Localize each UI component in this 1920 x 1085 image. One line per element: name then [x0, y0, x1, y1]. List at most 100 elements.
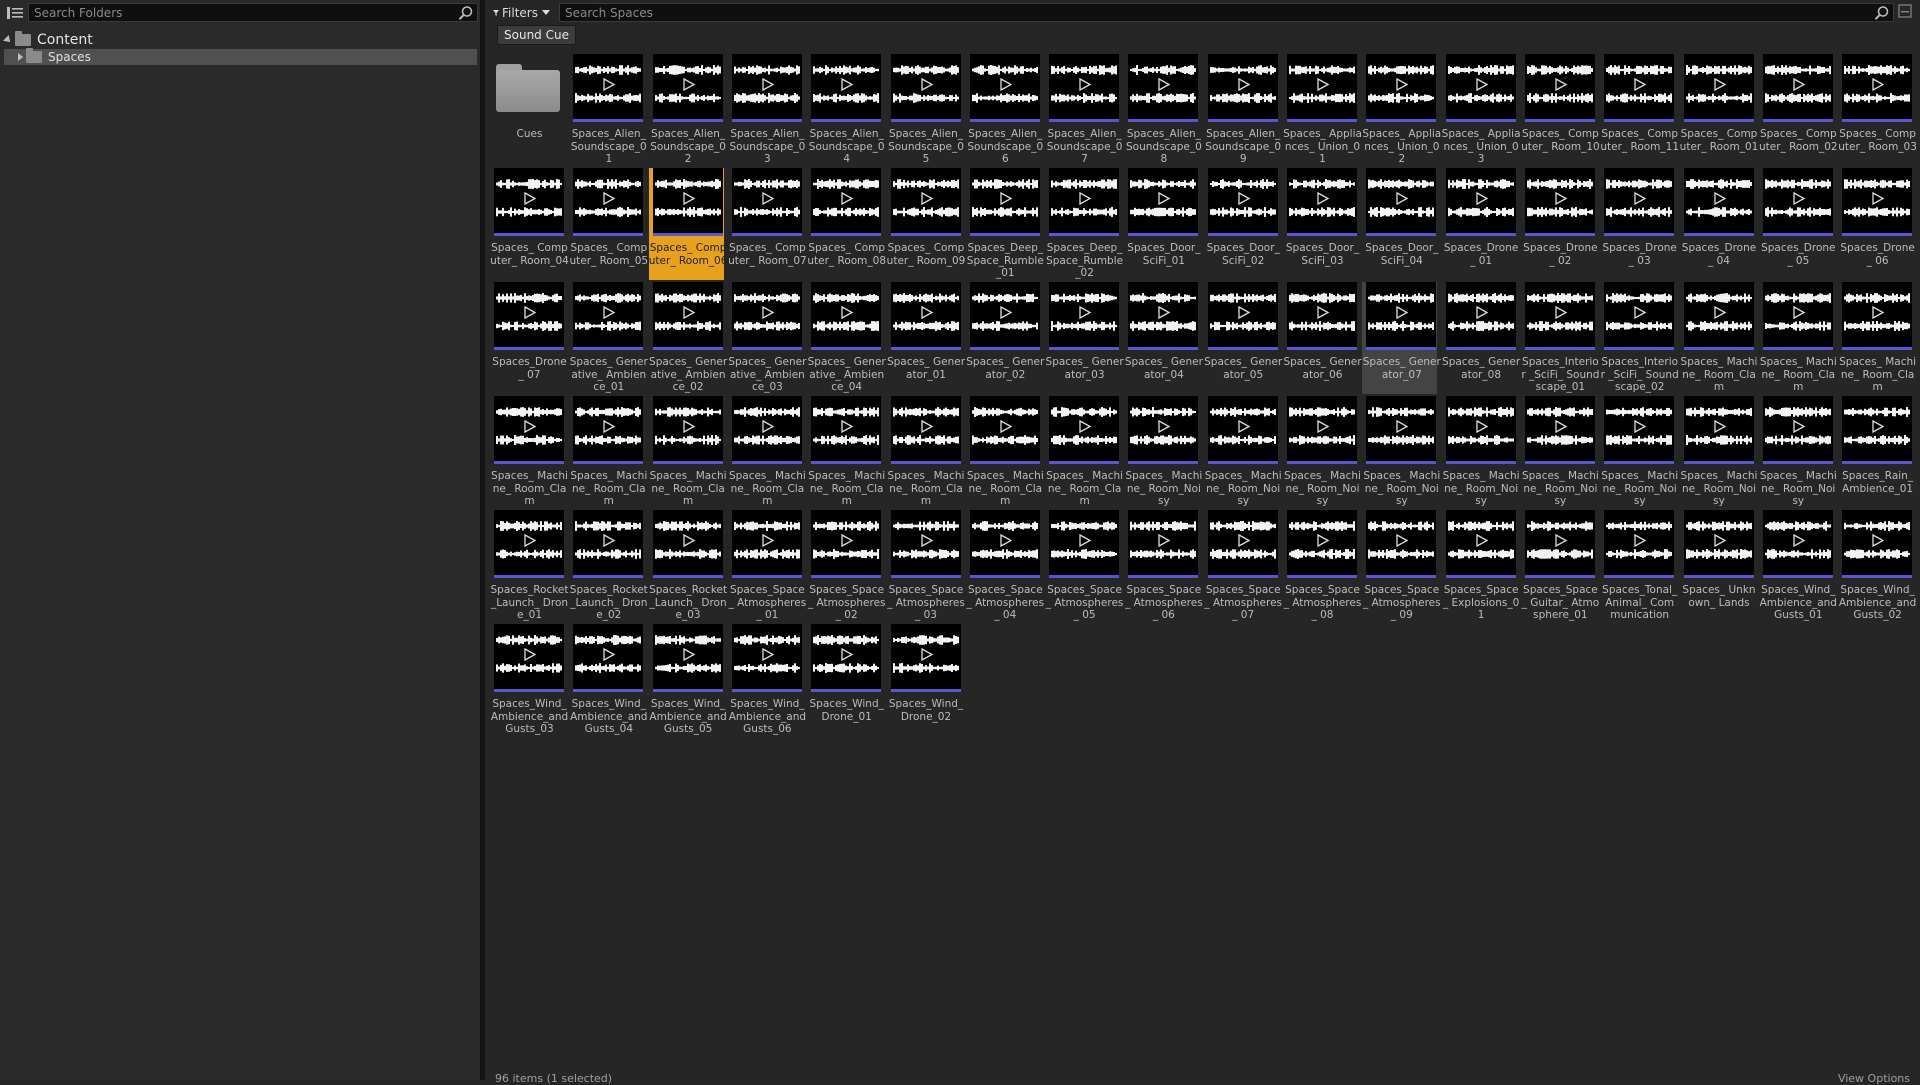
- asset-tile[interactable]: Spaces_Space_ Atmospheres_ 07: [1204, 510, 1279, 622]
- asset-tile[interactable]: Spaces_ Machine_ Room_Noisy: [1680, 396, 1755, 508]
- asset-tile[interactable]: Spaces_Wind_ Ambience_and Gusts_04: [569, 624, 644, 736]
- asset-tile[interactable]: Spaces_Wind_ Ambience_and Gusts_02: [1838, 510, 1913, 622]
- search-icon[interactable]: [1874, 5, 1890, 21]
- asset-tile[interactable]: Spaces_ Computer_ Room_08: [807, 168, 882, 280]
- filters-button[interactable]: Filters: [493, 3, 550, 22]
- asset-tile[interactable]: Spaces_Interior _SciFi_ Soundscape_02: [1600, 282, 1675, 394]
- collapse-arrow-icon[interactable]: [18, 53, 23, 61]
- asset-search-input[interactable]: Search Spaces: [559, 3, 1894, 22]
- asset-tile[interactable]: Spaces_ Computer_ Room_04: [490, 168, 565, 280]
- asset-tile[interactable]: Spaces_Space_ Atmospheres_ 01: [728, 510, 803, 622]
- asset-tile[interactable]: Spaces_ Machine_ Room_Clam: [649, 396, 724, 508]
- asset-tile[interactable]: Spaces_ Machine_ Room_Clam: [1759, 282, 1834, 394]
- asset-tile[interactable]: Spaces_Space_ Atmospheres_ 08: [1283, 510, 1358, 622]
- asset-tile[interactable]: Spaces_ Machine_ Room_Clam: [490, 396, 565, 508]
- asset-tile[interactable]: Spaces_ Generative_ Ambience_03: [728, 282, 803, 394]
- asset-tile[interactable]: Spaces_Deep_ Space_Rumble _02: [1045, 168, 1120, 280]
- asset-tile[interactable]: Spaces_Alien_ Soundscape_03: [728, 54, 803, 166]
- asset-tile[interactable]: Spaces_ Machine_ Room_Clam: [569, 396, 644, 508]
- filter-chip-sound-cue[interactable]: Sound Cue: [497, 25, 576, 45]
- asset-tile[interactable]: Spaces_ Generator_03: [1045, 282, 1120, 394]
- asset-tile[interactable]: Spaces_ Computer_ Room_02: [1759, 54, 1834, 166]
- asset-tile[interactable]: Spaces_ Machine_ Room_Noisy: [1124, 396, 1199, 508]
- asset-tile[interactable]: Spaces_ Generator_05: [1204, 282, 1279, 394]
- asset-tile[interactable]: Spaces_ Machine_ Room_Noisy: [1204, 396, 1279, 508]
- asset-tile[interactable]: Spaces_Alien_ Soundscape_05: [887, 54, 962, 166]
- search-icon[interactable]: [458, 5, 474, 21]
- asset-tile[interactable]: Spaces_ Generative_ Ambience_01: [569, 282, 644, 394]
- asset-tile[interactable]: Spaces_ Computer_ Room_10: [1521, 54, 1596, 166]
- lock-icon[interactable]: [1898, 3, 1916, 20]
- asset-tile[interactable]: Spaces_ Computer_ Room_05: [569, 168, 644, 280]
- asset-tile[interactable]: Spaces_ Machine_ Room_Clam: [1680, 282, 1755, 394]
- asset-tile[interactable]: Spaces_ Machine_ Room_Noisy: [1442, 396, 1517, 508]
- asset-tile[interactable]: Spaces_ Machine_ Room_Noisy: [1600, 396, 1675, 508]
- expand-arrow-icon[interactable]: [3, 35, 13, 45]
- asset-tile[interactable]: Spaces_ Appliances_ Union_01: [1283, 54, 1358, 166]
- asset-tile[interactable]: Spaces_Space_ Guitar_ Atmosphere_01: [1521, 510, 1596, 622]
- asset-tile[interactable]: Spaces_Space_ Atmospheres_ 06: [1124, 510, 1199, 622]
- asset-tile[interactable]: Spaces_ Machine_ Room_Clam: [1045, 396, 1120, 508]
- asset-tile[interactable]: Spaces_Space_ Atmospheres_ 02: [807, 510, 882, 622]
- asset-tile[interactable]: Spaces_Space_ Atmospheres_ 05: [1045, 510, 1120, 622]
- asset-tile[interactable]: Spaces_Interior _SciFi_ Soundscape_01: [1521, 282, 1596, 394]
- asset-tile[interactable]: Spaces_Tonal_ Animal_ Communication: [1600, 510, 1675, 622]
- asset-tile[interactable]: Spaces_Rocket _Launch_ Drone_01: [490, 510, 565, 622]
- asset-tile[interactable]: Spaces_ Computer_ Room_03: [1838, 54, 1913, 166]
- asset-tile[interactable]: Spaces_ Machine_ Room_Clam: [966, 396, 1041, 508]
- asset-tile[interactable]: Spaces_ Generative_ Ambience_04: [807, 282, 882, 394]
- asset-tile[interactable]: Spaces_ Generative_ Ambience_02: [649, 282, 724, 394]
- asset-tile[interactable]: Spaces_Wind_ Drone_02: [887, 624, 962, 736]
- asset-tile[interactable]: Spaces_Space_ Atmospheres_ 04: [966, 510, 1041, 622]
- asset-tile[interactable]: Spaces_ Computer_ Room_06: [649, 168, 724, 280]
- asset-tile[interactable]: Spaces_Alien_ Soundscape_02: [649, 54, 724, 166]
- asset-tile[interactable]: Spaces_Alien_ Soundscape_01: [569, 54, 644, 166]
- asset-tile[interactable]: Spaces_Space_ Explosions_01: [1442, 510, 1517, 622]
- asset-tile[interactable]: Spaces_ Machine_ Room_Clam: [807, 396, 882, 508]
- asset-tile[interactable]: Spaces_Alien_ Soundscape_08: [1124, 54, 1199, 166]
- folder-tile[interactable]: Cues: [490, 54, 565, 166]
- asset-tile[interactable]: Spaces_ Machine_ Room_Noisy: [1362, 396, 1437, 508]
- asset-tile[interactable]: Spaces_Door_ SciFi_04: [1362, 168, 1437, 280]
- asset-tile[interactable]: Spaces_Drone_ 04: [1680, 168, 1755, 280]
- tree-root-content[interactable]: Content: [4, 31, 93, 48]
- panel-toggle-icon[interactable]: [5, 4, 25, 21]
- asset-tile[interactable]: Spaces_ Machine_ Room_Noisy: [1521, 396, 1596, 508]
- asset-tile[interactable]: Spaces_ Machine_ Room_Clam: [887, 396, 962, 508]
- asset-tile[interactable]: Spaces_ Machine_ Room_Clam: [728, 396, 803, 508]
- asset-tile[interactable]: Spaces_ Computer_ Room_01: [1680, 54, 1755, 166]
- asset-tile[interactable]: Spaces_ Appliances_ Union_03: [1442, 54, 1517, 166]
- asset-tile[interactable]: Spaces_Alien_ Soundscape_06: [966, 54, 1041, 166]
- asset-tile[interactable]: Spaces_Drone_ 06: [1838, 168, 1913, 280]
- asset-tile[interactable]: Spaces_Door_ SciFi_02: [1204, 168, 1279, 280]
- asset-tile[interactable]: Spaces_Drone_ 01: [1442, 168, 1517, 280]
- asset-tile[interactable]: Spaces_ Computer_ Room_09: [887, 168, 962, 280]
- view-options-button[interactable]: View Options: [1838, 1072, 1910, 1085]
- asset-tile[interactable]: Spaces_ Appliances_ Union_02: [1362, 54, 1437, 166]
- asset-tile[interactable]: Spaces_ Generator_02: [966, 282, 1041, 394]
- asset-tile[interactable]: Spaces_ Computer_ Room_11: [1600, 54, 1675, 166]
- asset-tile[interactable]: Spaces_ Machine_ Room_Noisy: [1759, 396, 1834, 508]
- asset-tile[interactable]: Spaces_Space_ Atmospheres_ 09: [1362, 510, 1437, 622]
- asset-tile[interactable]: Spaces_Alien_ Soundscape_07: [1045, 54, 1120, 166]
- asset-tile[interactable]: Spaces_Wind_ Ambience_and Gusts_01: [1759, 510, 1834, 622]
- tree-item-spaces[interactable]: Spaces: [4, 49, 477, 65]
- asset-tile[interactable]: Spaces_ Generator_04: [1124, 282, 1199, 394]
- asset-tile[interactable]: Spaces_Wind_ Drone_01: [807, 624, 882, 736]
- asset-tile[interactable]: Spaces_Wind_ Ambience_and Gusts_06: [728, 624, 803, 736]
- folder-search-input[interactable]: Search Folders: [28, 3, 478, 22]
- asset-tile[interactable]: Spaces_Alien_ Soundscape_09: [1204, 54, 1279, 166]
- asset-tile[interactable]: Spaces_Rocket _Launch_ Drone_02: [569, 510, 644, 622]
- asset-tile[interactable]: Spaces_Deep_ Space_Rumble _01: [966, 168, 1041, 280]
- asset-tile[interactable]: Spaces_ Machine_ Room_Noisy: [1283, 396, 1358, 508]
- asset-tile[interactable]: Spaces_Door_ SciFi_01: [1124, 168, 1199, 280]
- asset-tile[interactable]: Spaces_Drone_ 07: [490, 282, 565, 394]
- asset-tile[interactable]: Spaces_ Generator_07: [1362, 282, 1437, 394]
- asset-tile[interactable]: Spaces_Rain_ Ambience_01: [1838, 396, 1913, 508]
- asset-tile[interactable]: Spaces_Drone_ 05: [1759, 168, 1834, 280]
- asset-tile[interactable]: Spaces_Drone_ 03: [1600, 168, 1675, 280]
- asset-tile[interactable]: Spaces_ Computer_ Room_07: [728, 168, 803, 280]
- asset-tile[interactable]: Spaces_ Generator_06: [1283, 282, 1358, 394]
- asset-tile[interactable]: Spaces_Alien_ Soundscape_04: [807, 54, 882, 166]
- asset-tile[interactable]: Spaces_ Machine_ Room_Clam: [1838, 282, 1913, 394]
